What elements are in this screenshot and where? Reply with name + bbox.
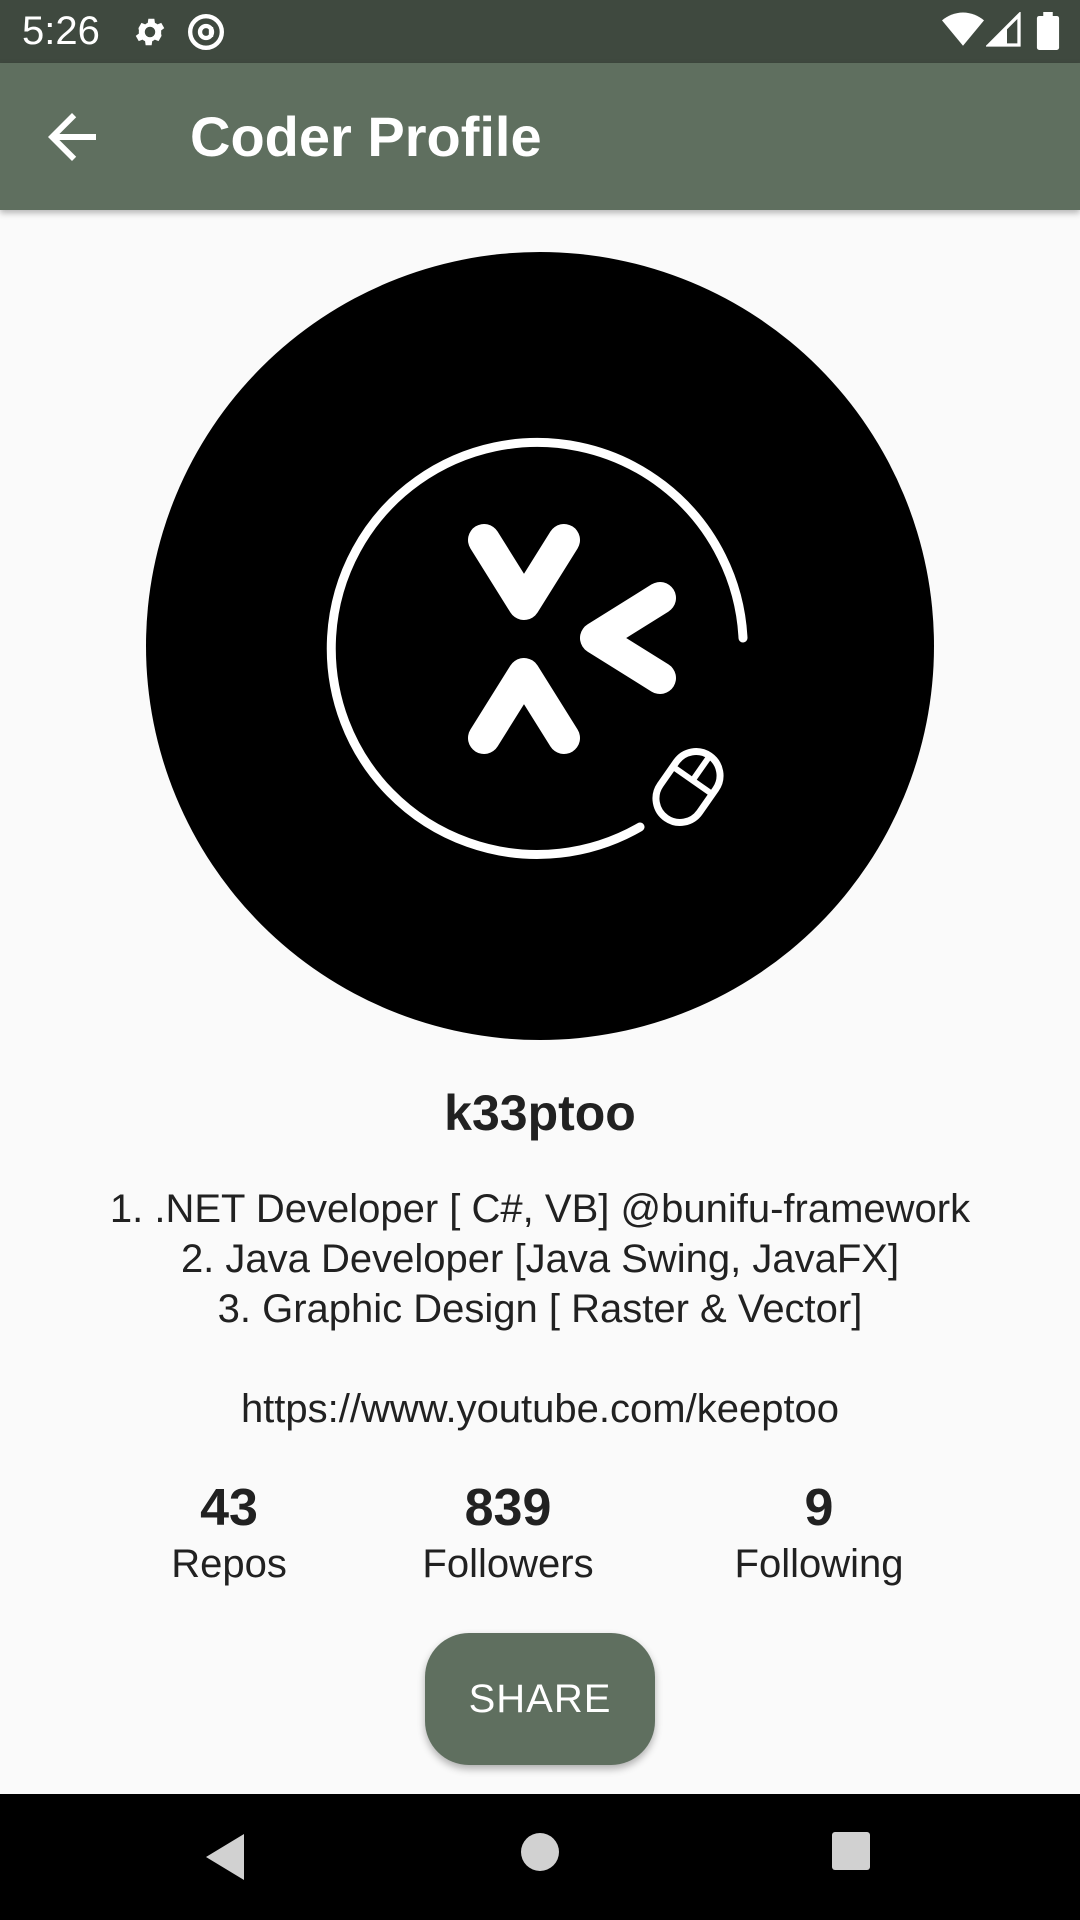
- stat-followers: 839 Followers: [378, 1476, 638, 1588]
- bio-line: 2. Java Developer [Java Swing, JavaFX]: [180, 1237, 900, 1281]
- avatar: [146, 252, 934, 1040]
- bio-line: 1. .NET Developer [ C#, VB] @bunifu-fram…: [109, 1187, 971, 1231]
- navigation-bar: [0, 1794, 1080, 1920]
- share-button[interactable]: SHARE: [425, 1633, 655, 1765]
- arrow-back-icon[interactable]: [36, 101, 108, 173]
- stat-label: Following: [734, 1542, 904, 1586]
- recents-square-icon[interactable]: [830, 1830, 872, 1872]
- logo-avatar: [326, 437, 748, 859]
- battery-icon: [1036, 12, 1060, 50]
- at-sign-icon: [188, 14, 224, 50]
- stat-repos: 43 Repos: [99, 1476, 359, 1588]
- username: k33ptoo: [444, 1085, 636, 1141]
- wifi-icon: [942, 12, 984, 46]
- page-title: Coder Profile: [190, 105, 542, 168]
- status-bar: 5:26: [0, 0, 1080, 63]
- back-triangle-icon[interactable]: [200, 1830, 250, 1884]
- stat-value: 9: [804, 1479, 834, 1537]
- bio: 1. .NET Developer [ C#, VB] @bunifu-fram…: [40, 1184, 1040, 1434]
- bio-line: 3. Graphic Design [ Raster & Vector]: [217, 1287, 863, 1331]
- profile-link[interactable]: https://www.youtube.com/keeptoo: [40, 1384, 1040, 1434]
- cell-signal-icon: [986, 12, 1021, 47]
- stat-value: 43: [200, 1479, 258, 1537]
- app-bar: Coder Profile: [0, 63, 1080, 210]
- stat-label: Repos: [171, 1542, 287, 1586]
- stat-label: Followers: [422, 1542, 594, 1586]
- stat-value: 839: [464, 1479, 552, 1537]
- gear-icon: [135, 18, 165, 46]
- status-time: 5:26: [22, 9, 100, 53]
- home-circle-icon[interactable]: [518, 1830, 562, 1874]
- stat-following: 9 Following: [689, 1476, 949, 1588]
